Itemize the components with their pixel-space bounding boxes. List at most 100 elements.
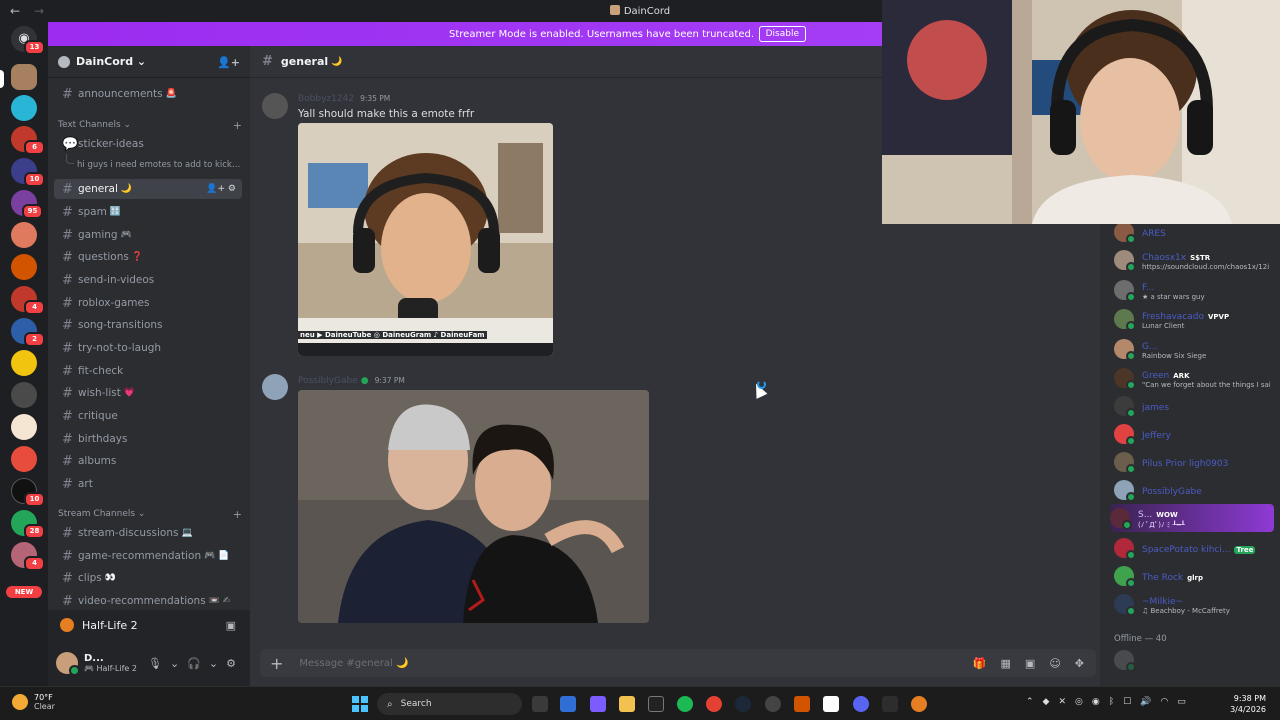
weather-widget[interactable]: 70°F Clear	[12, 693, 55, 711]
server-icon[interactable]	[11, 95, 37, 121]
gif-icon[interactable]: ▦	[1001, 657, 1011, 670]
message-author[interactable]: PossiblyGabe ● 9:37 PM	[298, 376, 405, 386]
obs-icon[interactable]	[765, 696, 781, 712]
tray-app-icon[interactable]: ☐	[1123, 697, 1131, 707]
server-icon[interactable]	[11, 446, 37, 472]
tray-app-icon[interactable]: ◎	[1075, 697, 1083, 707]
channel-albums[interactable]: # albums	[54, 451, 242, 471]
steam-icon[interactable]	[735, 696, 751, 712]
channel-announcements[interactable]: # announcements 🚨	[54, 84, 242, 104]
chevron-down-icon[interactable]: ⌄	[209, 657, 218, 670]
message-input[interactable]: Message #general 🌙	[299, 658, 408, 669]
tray-app-icon[interactable]: ✕	[1058, 697, 1066, 707]
member-item[interactable]: Green ARK "Can we forget about the things …	[1114, 364, 1280, 392]
invite-people-icon[interactable]: 👤+	[217, 56, 240, 69]
server-icon[interactable]	[11, 382, 37, 408]
member-item[interactable]: Freshavacado VPVP Lunar Client	[1114, 305, 1280, 333]
server-icon[interactable]	[11, 222, 37, 248]
taskbar-search[interactable]: ⌕ Search	[377, 693, 522, 715]
category-stream-channels[interactable]: Stream Channels ⌄ +	[58, 508, 242, 521]
channel-critique[interactable]: # critique	[54, 406, 242, 426]
member-item[interactable]: The Rock glrp	[1114, 562, 1280, 590]
tray-app-icon[interactable]: ◉	[1092, 697, 1100, 707]
bluetooth-icon[interactable]: ᛒ	[1109, 697, 1114, 707]
volume-icon[interactable]: 🔊	[1140, 697, 1151, 707]
member-item[interactable]: Pilus Prior ligh0903	[1114, 448, 1280, 476]
app-icon[interactable]	[823, 696, 839, 712]
chrome-icon[interactable]	[706, 696, 722, 712]
message-image[interactable]: neu ▶ DaineuTube ◎ DaineuGram ♪ DaineuFa…	[298, 123, 553, 356]
epic-games-icon[interactable]	[648, 696, 664, 712]
emoji-icon[interactable]: ☺	[1049, 657, 1060, 670]
chevron-down-icon[interactable]: ⌄	[170, 657, 179, 670]
gift-icon[interactable]: 🎁	[973, 657, 987, 670]
screen-share-icon[interactable]: ▣	[226, 619, 236, 632]
chevron-up-icon[interactable]: ⌃	[1026, 697, 1034, 707]
category-text-channels[interactable]: Text Channels ⌄ +	[58, 119, 242, 132]
file-explorer-icon[interactable]	[619, 696, 635, 712]
channel-fit-check[interactable]: # fit-check	[54, 361, 242, 381]
member-item[interactable]: PossiblyGabe	[1114, 476, 1280, 504]
channel-game-recommendation[interactable]: # game-recommendation 🎮 📄	[54, 546, 242, 566]
channel-song-transitions[interactable]: # song-transitions	[54, 315, 242, 335]
member-item[interactable]: Jeffery	[1114, 420, 1280, 448]
terminal-icon[interactable]	[882, 696, 898, 712]
channel-sticker-ideas[interactable]: 💬 sticker-ideas	[54, 134, 242, 154]
member-item[interactable]: ARES	[1114, 224, 1280, 246]
system-clock[interactable]: 9:38 PM 3/4/2026	[1230, 693, 1266, 715]
message-image[interactable]	[298, 390, 649, 623]
add-channel-icon[interactable]: +	[233, 508, 242, 521]
server-icon[interactable]	[11, 254, 37, 280]
channel-art[interactable]: # art	[54, 474, 242, 494]
spotify-icon[interactable]	[677, 696, 693, 712]
avatar[interactable]	[262, 374, 288, 400]
avatar[interactable]	[262, 93, 288, 119]
apps-icon[interactable]: ✥	[1075, 657, 1084, 670]
wifi-icon[interactable]: ◠	[1160, 697, 1168, 707]
member-item[interactable]: F... ★ a star wars guy	[1114, 276, 1280, 304]
activity-panel[interactable]: Half-Life 2 ▣	[48, 610, 250, 640]
add-attachment-icon[interactable]: +	[270, 654, 283, 673]
server-icon[interactable]	[11, 64, 37, 90]
windows-start-icon[interactable]	[352, 696, 368, 712]
channel-settings-icons[interactable]: 👤+ ⚙	[206, 184, 236, 194]
server-header[interactable]: DainCord ⌄ 👤+	[48, 46, 250, 78]
channel-general[interactable]: # general 🌙 👤+ ⚙	[54, 179, 242, 199]
server-icon[interactable]	[11, 414, 37, 440]
thread-item[interactable]: hi guys i need emotes to add to kick gi.…	[77, 160, 242, 170]
message-author[interactable]: Bobbyz1242 9:35 PM	[298, 94, 390, 104]
channel-birthdays[interactable]: # birthdays	[54, 429, 242, 449]
channel-spam[interactable]: # spam 🔠	[54, 202, 242, 222]
member-item-offline[interactable]	[1114, 646, 1280, 674]
channel-wish-list[interactable]: # wish-list 💗	[54, 383, 242, 403]
channel-questions[interactable]: # questions ❓	[54, 247, 242, 267]
copilot-icon[interactable]	[590, 696, 606, 712]
half-life-icon[interactable]	[911, 696, 927, 712]
channel-gaming[interactable]: # gaming 🎮	[54, 225, 242, 245]
sticker-icon[interactable]: ▣	[1025, 657, 1035, 670]
channel-video-recommendations[interactable]: # video-recommendations 📼 ✍	[54, 591, 242, 611]
battery-icon[interactable]: ▭	[1177, 697, 1186, 707]
headphones-icon[interactable]: 🎧	[187, 657, 201, 670]
member-item[interactable]: ~Milkie~ ♫ Beachboy - McCaffrety	[1114, 590, 1280, 618]
gear-icon[interactable]: ⚙	[226, 657, 236, 670]
app-icon[interactable]	[794, 696, 810, 712]
store-icon[interactable]	[560, 696, 576, 712]
tray-app-icon[interactable]: ◆	[1043, 697, 1050, 707]
channel-send-in-videos[interactable]: # send-in-videos	[54, 270, 242, 290]
channel-roblox-games[interactable]: # roblox-games	[54, 293, 242, 313]
member-item[interactable]: SpacePotato kihci... Tree	[1114, 534, 1280, 562]
member-item[interactable]: Chaosx1x S$TR https://soundcloud.com/chaos…	[1114, 246, 1280, 274]
channel-try-not-to-laugh[interactable]: # try-not-to-laugh	[54, 338, 242, 358]
server-icon[interactable]	[11, 350, 37, 376]
discord-icon[interactable]	[853, 696, 869, 712]
add-channel-icon[interactable]: +	[233, 119, 242, 132]
avatar[interactable]	[56, 652, 80, 676]
channel-clips[interactable]: # clips 👀	[54, 568, 242, 588]
microphone-icon[interactable]: 🎙	[148, 657, 162, 670]
member-item[interactable]: james	[1114, 392, 1280, 420]
channel-stream-discussions[interactable]: # stream-discussions 💻	[54, 523, 242, 543]
task-view-icon[interactable]	[532, 696, 548, 712]
disable-button[interactable]: Disable	[758, 26, 806, 42]
member-item[interactable]: G... Rainbow Six Siege	[1114, 335, 1280, 363]
